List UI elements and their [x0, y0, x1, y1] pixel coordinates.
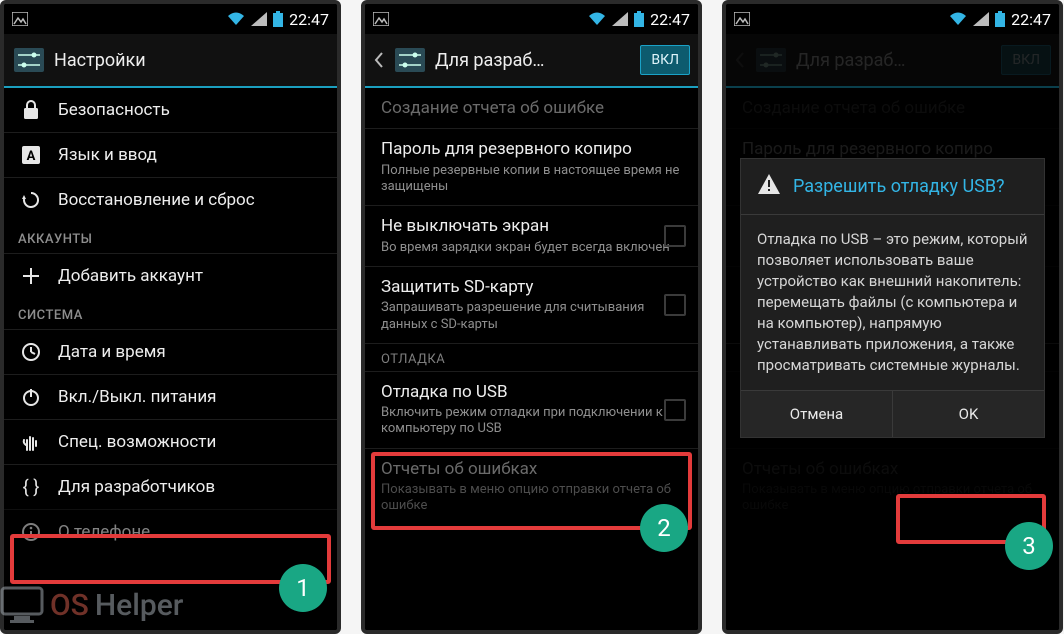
step-badge-2: 2	[640, 504, 688, 552]
checkbox[interactable]	[664, 225, 686, 247]
actionbar-title: Для разраб…	[435, 50, 632, 71]
row-label: Для разработчиков	[58, 477, 215, 497]
row-security[interactable]: Безопасность	[4, 88, 337, 132]
opt-usb-debug[interactable]: Отладка по USB Включить режим отладки пр…	[365, 371, 698, 448]
settings-list[interactable]: Безопасность A Язык и ввод Восстановлени…	[4, 88, 337, 630]
language-icon: A	[18, 145, 44, 165]
usb-debug-dialog: Разрешить отладку USB? Отладка по USB – …	[740, 158, 1045, 438]
row-about[interactable]: О телефоне	[4, 509, 337, 554]
row-language[interactable]: A Язык и ввод	[4, 132, 337, 177]
step-badge-3: 3	[1005, 522, 1053, 570]
master-toggle[interactable]: ВКЛ	[640, 45, 690, 75]
row-label: Дата и время	[58, 342, 166, 362]
phone-screen-2: 22:47 Для разраб… ВКЛ Создание отчета об…	[361, 0, 702, 634]
restore-icon	[18, 190, 44, 210]
row-power[interactable]: Вкл./Выкл. питания	[4, 374, 337, 419]
checkbox[interactable]	[664, 399, 686, 421]
power-icon	[18, 387, 44, 407]
row-developer[interactable]: { } Для разработчиков	[4, 464, 337, 509]
row-backup-reset[interactable]: Восстановление и сброс	[4, 177, 337, 222]
settings-icon	[12, 43, 46, 77]
dialog-actions: Отмена OK	[741, 390, 1044, 437]
actionbar-title: Настройки	[54, 50, 329, 71]
opt-primary: Пароль для резервного копиро	[381, 139, 682, 159]
row-add-account[interactable]: Добавить аккаунт	[4, 253, 337, 298]
row-label: Восстановление и сброс	[58, 190, 255, 210]
opt-backup-password[interactable]: Пароль для резервного копиро Полные резе…	[365, 128, 698, 205]
opt-secondary: Полные резервные копии в настоящее время…	[381, 163, 682, 196]
status-time: 22:47	[289, 10, 329, 29]
info-icon	[18, 522, 44, 542]
section-header-system: СИСТЕМА	[4, 298, 337, 329]
lock-icon	[18, 100, 44, 120]
section-header-accounts: АККАУНТЫ	[4, 222, 337, 253]
signal-icon	[251, 12, 267, 26]
opt-primary: Отчеты об ошибках	[381, 459, 682, 479]
row-label: Спец. возможности	[58, 432, 216, 452]
row-label: О телефоне	[58, 522, 150, 542]
row-label: Язык и ввод	[58, 145, 157, 165]
opt-secondary: Запрашивать разрешение для считывания да…	[381, 300, 682, 333]
opt-secondary: Включить режим отладки при подключении к…	[381, 405, 682, 438]
status-time: 22:47	[1011, 10, 1051, 29]
wifi-icon	[227, 12, 245, 26]
action-bar: Для разраб… ВКЛ	[365, 34, 698, 88]
opt-primary: Не выключать экран	[381, 216, 682, 236]
svg-text:A: A	[27, 149, 36, 164]
wifi-icon	[949, 12, 967, 26]
battery-icon	[273, 11, 283, 27]
row-datetime[interactable]: Дата и время	[4, 329, 337, 374]
phone-screen-3: 22:47 Для разраб… ВКЛ Создание отчета об…	[722, 0, 1063, 634]
status-bar: 22:47	[4, 4, 337, 34]
opt-primary: Создание отчета об ошибке	[381, 98, 682, 118]
dialog-ok-button[interactable]: OK	[893, 391, 1044, 437]
svg-text:{ }: { }	[23, 477, 40, 497]
row-label: Вкл./Выкл. питания	[58, 387, 216, 407]
dialog-title: Разрешить отладку USB?	[741, 159, 1044, 215]
dialog-body: Отладка по USB – это режим, который позв…	[741, 215, 1044, 390]
opt-bugreport[interactable]: Создание отчета об ошибке	[365, 88, 698, 128]
step-badge-1: 1	[279, 564, 327, 612]
checkbox[interactable]	[664, 294, 686, 316]
dialog-title-text: Разрешить отладку USB?	[793, 176, 1005, 197]
wifi-icon	[588, 12, 606, 26]
plus-icon	[18, 267, 44, 285]
category-debug: ОТЛАДКА	[365, 343, 698, 371]
action-bar: Настройки	[4, 34, 337, 88]
braces-icon: { }	[18, 477, 44, 497]
row-label: Безопасность	[58, 100, 170, 120]
battery-icon	[995, 11, 1005, 27]
settings-icon	[393, 43, 427, 77]
opt-primary: Отладка по USB	[381, 382, 682, 402]
gallery-icon	[12, 12, 28, 26]
opt-secondary: Показывать в меню опцию отправки отчета …	[381, 482, 682, 515]
gallery-icon	[734, 12, 750, 26]
gallery-icon	[373, 12, 389, 26]
warning-icon	[757, 173, 781, 200]
opt-primary: Защитить SD-карту	[381, 277, 682, 297]
signal-icon	[973, 12, 989, 26]
status-time: 22:47	[650, 10, 690, 29]
hand-icon	[18, 432, 44, 452]
opt-secondary: Во время зарядки экран будет всегда вклю…	[381, 240, 682, 256]
battery-icon	[634, 11, 644, 27]
back-icon[interactable]	[373, 33, 385, 87]
row-accessibility[interactable]: Спец. возможности	[4, 419, 337, 464]
row-label: Добавить аккаунт	[58, 266, 203, 286]
dialog-cancel-button[interactable]: Отмена	[741, 391, 893, 437]
signal-icon	[612, 12, 628, 26]
phone-screen-1: 22:47 Настройки Безопасность	[0, 0, 341, 634]
opt-stay-awake[interactable]: Не выключать экран Во время зарядки экра…	[365, 205, 698, 266]
developer-options-list[interactable]: Создание отчета об ошибке Пароль для рез…	[365, 88, 698, 630]
status-bar: 22:47	[365, 4, 698, 34]
opt-protect-sd[interactable]: Защитить SD-карту Запрашивать разрешение…	[365, 266, 698, 343]
clock-icon	[18, 342, 44, 362]
status-bar: 22:47	[726, 4, 1059, 34]
